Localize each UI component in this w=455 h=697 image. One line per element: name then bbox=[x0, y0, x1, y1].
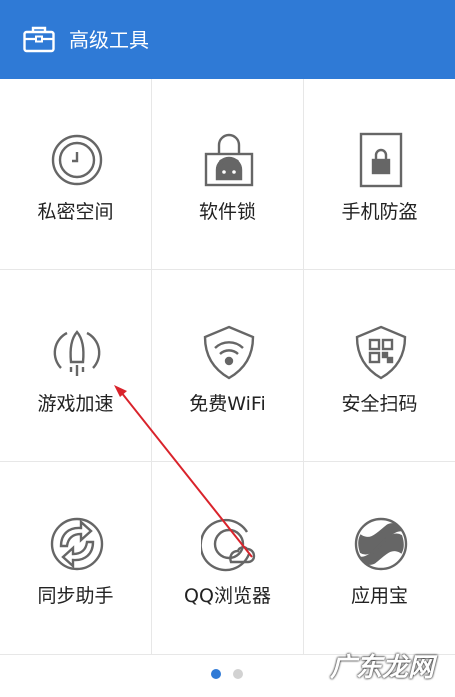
tool-anti-theft[interactable]: 手机防盗 bbox=[304, 79, 455, 271]
tool-app-store[interactable]: 应用宝 bbox=[304, 463, 455, 655]
toolbox-icon bbox=[23, 26, 55, 53]
app-store-icon bbox=[354, 517, 408, 571]
tool-app-lock[interactable]: 软件锁 bbox=[152, 79, 303, 271]
tool-label: QQ浏览器 bbox=[184, 585, 271, 607]
tool-label: 软件锁 bbox=[198, 201, 256, 223]
android-lock-icon bbox=[204, 133, 254, 187]
tool-private-space[interactable]: 私密空间 bbox=[0, 79, 151, 271]
clock-icon bbox=[51, 134, 103, 186]
qr-shield-icon bbox=[355, 325, 407, 380]
tools-grid: 私密空间 软件锁 手机防盗 游戏加速 免费WiFi 安全扫码 同步助手 QQ浏览… bbox=[0, 79, 455, 655]
tool-label: 游戏加速 bbox=[37, 393, 114, 415]
tool-label: 手机防盗 bbox=[341, 201, 418, 223]
sync-icon bbox=[50, 517, 104, 571]
tool-sync-assistant[interactable]: 同步助手 bbox=[0, 463, 151, 655]
phone-lock-icon bbox=[359, 132, 403, 188]
tool-label: 私密空间 bbox=[37, 201, 114, 223]
page-dot[interactable] bbox=[233, 669, 243, 679]
browser-icon bbox=[201, 518, 256, 572]
rocket-icon bbox=[53, 330, 101, 376]
tool-label: 免费WiFi bbox=[189, 393, 266, 415]
tool-free-wifi[interactable]: 免费WiFi bbox=[152, 271, 303, 463]
app-header: 高级工具 bbox=[0, 0, 455, 79]
page-dot-active[interactable] bbox=[211, 669, 221, 679]
wifi-shield-icon bbox=[203, 325, 255, 380]
page-title: 高级工具 bbox=[69, 28, 149, 52]
tool-game-boost[interactable]: 游戏加速 bbox=[0, 271, 151, 463]
tool-label: 安全扫码 bbox=[341, 393, 418, 415]
tool-label: 应用宝 bbox=[350, 585, 408, 607]
watermark: 广东龙网 bbox=[329, 653, 434, 683]
tool-qq-browser[interactable]: QQ浏览器 bbox=[152, 463, 303, 655]
tool-label: 同步助手 bbox=[37, 585, 114, 607]
tool-safe-scan[interactable]: 安全扫码 bbox=[304, 271, 455, 463]
